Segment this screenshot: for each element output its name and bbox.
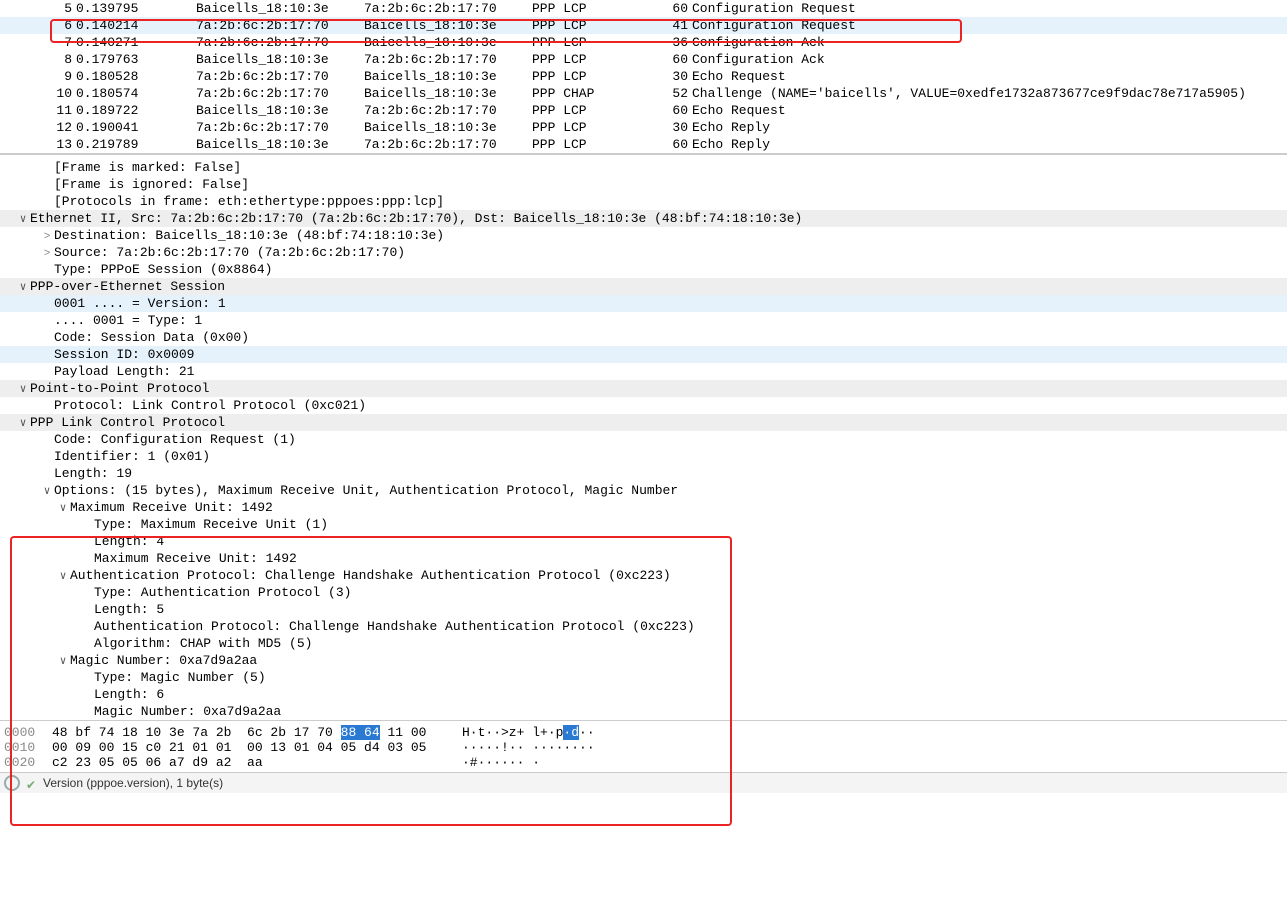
expand-right-icon[interactable] [40,245,54,260]
detail-line[interactable]: Length: 4 [0,533,1287,550]
detail-line[interactable]: Source: 7a:2b:6c:2b:17:70 (7a:2b:6c:2b:1… [0,244,1287,261]
detail-line[interactable]: [Frame is ignored: False] [0,176,1287,193]
expand-down-icon[interactable] [16,211,30,226]
packet-row[interactable]: 50.139795Baicells_18:10:3e7a:2b:6c:2b:17… [0,0,1287,17]
detail-line[interactable]: Protocol: Link Control Protocol (0xc021) [0,397,1287,414]
detail-line[interactable]: [Frame is marked: False] [0,159,1287,176]
detail-line[interactable]: Ethernet II, Src: 7a:2b:6c:2b:17:70 (7a:… [0,210,1287,227]
expand-down-icon[interactable] [16,381,30,396]
detail-line[interactable]: Maximum Receive Unit: 1492 [0,550,1287,567]
expand-down-icon[interactable] [56,568,70,583]
expand-down-icon[interactable] [16,415,30,430]
detail-line[interactable]: [Protocols in frame: eth:ethertype:pppoe… [0,193,1287,210]
expand-down-icon[interactable] [16,279,30,294]
detail-line[interactable]: Type: Magic Number (5) [0,669,1287,686]
expand-down-icon[interactable] [56,653,70,668]
detail-line[interactable]: Algorithm: CHAP with MD5 (5) [0,635,1287,652]
expand-down-icon[interactable] [56,500,70,515]
detail-line[interactable]: Type: Maximum Receive Unit (1) [0,516,1287,533]
packet-list[interactable]: 50.139795Baicells_18:10:3e7a:2b:6c:2b:17… [0,0,1287,154]
detail-line[interactable]: PPP-over-Ethernet Session [0,278,1287,295]
detail-line[interactable]: Options: (15 bytes), Maximum Receive Uni… [0,482,1287,499]
detail-line[interactable]: PPP Link Control Protocol [0,414,1287,431]
status-bar: ✔ Version (pppoe.version), 1 byte(s) [0,772,1287,793]
packet-row[interactable]: 110.189722Baicells_18:10:3e7a:2b:6c:2b:1… [0,102,1287,119]
detail-line[interactable]: Code: Configuration Request (1) [0,431,1287,448]
detail-line[interactable]: Length: 19 [0,465,1287,482]
packet-row[interactable]: 70.1402717a:2b:6c:2b:17:70Baicells_18:10… [0,34,1287,51]
expand-down-icon[interactable] [40,483,54,498]
hex-row[interactable]: 0020c2 23 05 05 06 a7 d9 a2 aa·#······ · [0,755,1287,770]
status-icon2: ✔ [26,778,37,789]
hex-dump[interactable]: 000048 bf 74 18 10 3e 7a 2b 6c 2b 17 70 … [0,720,1287,772]
detail-line[interactable]: Type: Authentication Protocol (3) [0,584,1287,601]
packet-row[interactable]: 60.1402147a:2b:6c:2b:17:70Baicells_18:10… [0,17,1287,34]
detail-line[interactable]: Length: 5 [0,601,1287,618]
packet-row[interactable]: 100.1805747a:2b:6c:2b:17:70Baicells_18:1… [0,85,1287,102]
detail-line[interactable]: Session ID: 0x0009 [0,346,1287,363]
detail-line[interactable]: .... 0001 = Type: 1 [0,312,1287,329]
status-icon [4,775,20,791]
packet-row[interactable]: 80.179763Baicells_18:10:3e7a:2b:6c:2b:17… [0,51,1287,68]
detail-line[interactable]: Magic Number: 0xa7d9a2aa [0,652,1287,669]
packet-row[interactable]: 90.1805287a:2b:6c:2b:17:70Baicells_18:10… [0,68,1287,85]
detail-line[interactable]: Authentication Protocol: Challenge Hands… [0,618,1287,635]
hex-row[interactable]: 001000 09 00 15 c0 21 01 01 00 13 01 04 … [0,740,1287,755]
packet-row[interactable]: 130.219789Baicells_18:10:3e7a:2b:6c:2b:1… [0,136,1287,153]
detail-line[interactable]: Length: 6 [0,686,1287,703]
detail-line[interactable]: Magic Number: 0xa7d9a2aa [0,703,1287,720]
detail-line[interactable]: Point-to-Point Protocol [0,380,1287,397]
detail-line[interactable]: Destination: Baicells_18:10:3e (48:bf:74… [0,227,1287,244]
detail-line[interactable]: Identifier: 1 (0x01) [0,448,1287,465]
detail-line[interactable]: 0001 .... = Version: 1 [0,295,1287,312]
expand-right-icon[interactable] [40,228,54,243]
status-text: Version (pppoe.version), 1 byte(s) [43,776,223,790]
detail-line[interactable]: Authentication Protocol: Challenge Hands… [0,567,1287,584]
packet-details[interactable]: [Frame is marked: False][Frame is ignore… [0,154,1287,720]
detail-line[interactable]: Payload Length: 21 [0,363,1287,380]
detail-line[interactable]: Code: Session Data (0x00) [0,329,1287,346]
packet-row[interactable]: 120.1900417a:2b:6c:2b:17:70Baicells_18:1… [0,119,1287,136]
hex-row[interactable]: 000048 bf 74 18 10 3e 7a 2b 6c 2b 17 70 … [0,725,1287,740]
detail-line[interactable]: Type: PPPoE Session (0x8864) [0,261,1287,278]
detail-line[interactable]: Maximum Receive Unit: 1492 [0,499,1287,516]
